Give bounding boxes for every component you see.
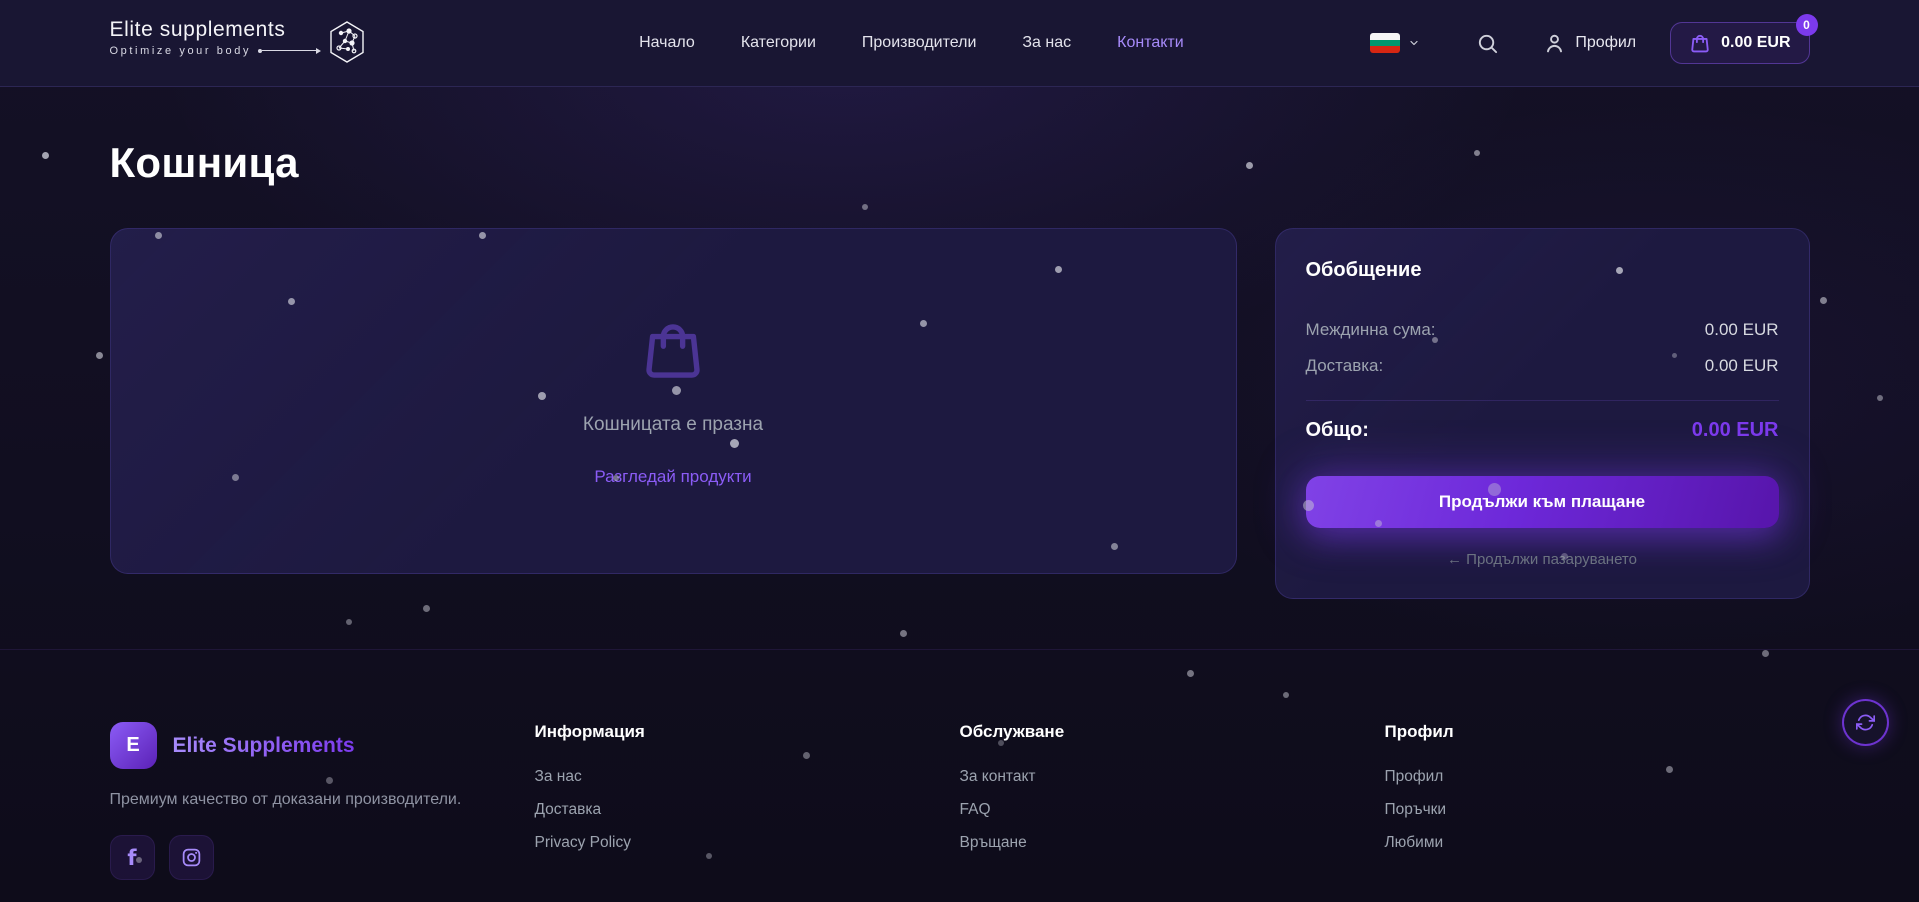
profile-label: Профил xyxy=(1575,34,1636,52)
empty-cart-panel: Кошницата е празна Разгледай продукти xyxy=(110,228,1237,574)
summary-divider xyxy=(1306,400,1779,401)
footer-logo: E xyxy=(110,722,157,769)
page-title: Кошница xyxy=(110,139,1810,187)
continue-shopping-link[interactable]: ← Продължи пазаруването xyxy=(1306,551,1779,568)
bulgarian-flag-icon xyxy=(1370,33,1400,53)
footer-link-delivery[interactable]: Доставка xyxy=(535,801,960,819)
header: Elite supplements Optimize your body xyxy=(0,0,1919,87)
empty-cart-bag-icon xyxy=(639,315,707,383)
footer-column-title: Профил xyxy=(1385,722,1810,742)
cart-bag-icon xyxy=(1689,32,1711,54)
total-value: 0.00 EUR xyxy=(1692,419,1779,442)
search-button[interactable] xyxy=(1476,32,1499,55)
footer-link-orders[interactable]: Поръчки xyxy=(1385,801,1810,819)
facebook-button[interactable]: f xyxy=(110,835,155,880)
footer-link-contact[interactable]: За контакт xyxy=(960,768,1385,786)
refresh-floating-button[interactable] xyxy=(1842,699,1889,746)
particle-dot xyxy=(42,152,49,159)
nav-item-about[interactable]: За нас xyxy=(1022,34,1071,52)
instagram-icon xyxy=(181,847,202,868)
search-icon xyxy=(1476,32,1499,55)
footer-brand-tagline: Премиум качество от доказани производите… xyxy=(110,791,535,809)
particle-dot xyxy=(346,619,352,625)
summary-title: Обобщение xyxy=(1306,259,1779,282)
cart-total: 0.00 EUR xyxy=(1721,34,1790,52)
user-icon xyxy=(1543,32,1566,55)
total-label: Общо: xyxy=(1306,419,1369,442)
main-nav: Начало Категории Производители За нас Ко… xyxy=(639,34,1184,52)
chevron-down-icon xyxy=(1408,37,1420,49)
particle-dot xyxy=(96,352,103,359)
footer-brand-name: Elite Supplements xyxy=(173,734,355,758)
footer-link-faq[interactable]: FAQ xyxy=(960,801,1385,819)
profile-button[interactable]: Профил xyxy=(1543,32,1636,55)
header-actions: Профил 0.00 EUR 0 xyxy=(1370,22,1809,64)
footer-link-profile[interactable]: Профил xyxy=(1385,768,1810,786)
tagline-arrow-icon xyxy=(258,48,321,54)
particle-dot xyxy=(900,630,907,637)
refresh-icon xyxy=(1856,713,1875,732)
nav-item-manufacturers[interactable]: Производители xyxy=(862,34,977,52)
summary-row-subtotal: Междинна сума: 0.00 EUR xyxy=(1306,320,1779,340)
footer-link-about[interactable]: За нас xyxy=(535,768,960,786)
order-summary-panel: Обобщение Междинна сума: 0.00 EUR Достав… xyxy=(1275,228,1810,599)
nav-item-categories[interactable]: Категории xyxy=(741,34,816,52)
footer: E Elite Supplements Премиум качество от … xyxy=(0,649,1919,902)
footer-link-favorites[interactable]: Любими xyxy=(1385,834,1810,852)
footer-column-title: Информация xyxy=(535,722,960,742)
checkout-button[interactable]: Продължи към плащане xyxy=(1306,476,1779,528)
summary-row-total: Общо: 0.00 EUR xyxy=(1306,419,1779,442)
footer-info-column: Информация За нас Доставка Privacy Polic… xyxy=(535,722,960,880)
cart-page: Кошница Кошницата е празна Разгледай про… xyxy=(110,87,1810,599)
nav-item-contacts[interactable]: Контакти xyxy=(1117,34,1184,52)
browse-products-link[interactable]: Разгледай продукти xyxy=(594,467,751,487)
particle-dot xyxy=(423,605,430,612)
footer-brand-column: E Elite Supplements Премиум качество от … xyxy=(110,722,535,880)
footer-column-title: Обслужване xyxy=(960,722,1385,742)
footer-profile-column: Профил Профил Поръчки Любими xyxy=(1385,722,1810,880)
instagram-button[interactable] xyxy=(169,835,214,880)
particle-dot xyxy=(1877,395,1883,401)
cart-badge: 0 xyxy=(1796,14,1818,36)
brand-name: Elite supplements xyxy=(110,18,322,42)
nav-item-home[interactable]: Начало xyxy=(639,34,695,52)
shipping-label: Доставка: xyxy=(1306,356,1384,376)
facebook-icon: f xyxy=(127,846,136,870)
shipping-value: 0.00 EUR xyxy=(1705,356,1779,376)
brand-tagline: Optimize your body xyxy=(110,45,322,57)
language-selector[interactable] xyxy=(1370,33,1420,53)
summary-row-shipping: Доставка: 0.00 EUR xyxy=(1306,356,1779,376)
molecule-hexagon-icon xyxy=(327,20,367,69)
footer-service-column: Обслужване За контакт FAQ Връщане xyxy=(960,722,1385,880)
footer-link-returns[interactable]: Връщане xyxy=(960,834,1385,852)
particle-dot xyxy=(1820,297,1827,304)
empty-cart-message: Кошницата е празна xyxy=(583,414,763,436)
footer-link-privacy[interactable]: Privacy Policy xyxy=(535,834,960,852)
subtotal-value: 0.00 EUR xyxy=(1705,320,1779,340)
cart-button[interactable]: 0.00 EUR 0 xyxy=(1670,22,1809,64)
subtotal-label: Междинна сума: xyxy=(1306,320,1436,340)
brand-logo[interactable]: Elite supplements Optimize your body xyxy=(110,18,368,69)
